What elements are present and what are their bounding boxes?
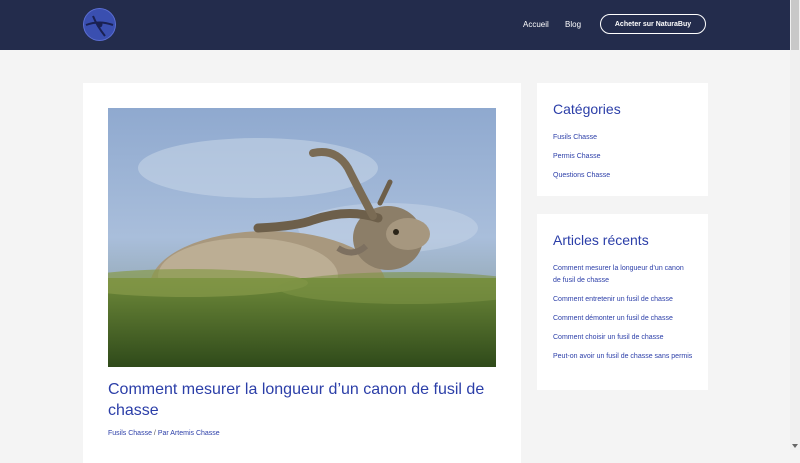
categories-list: Fusils Chasse Permis Chasse Questions Ch… — [553, 132, 693, 189]
buy-naturabuy-button[interactable]: Acheter sur NaturaBuy — [600, 14, 706, 34]
scroll-down-arrow[interactable] — [792, 444, 798, 448]
recent-post-item[interactable]: Comment mesurer la longueur d’un canon d… — [553, 263, 693, 287]
nav-blog-link[interactable]: Blog — [565, 20, 581, 29]
post-author-link[interactable]: Artemis Chasse — [170, 430, 219, 437]
recent-post-item[interactable]: Comment choisir un fusil de chasse — [553, 332, 693, 344]
recent-post-item[interactable]: Comment entretenir un fusil de chasse — [553, 294, 693, 306]
post-card: Comment mesurer la longueur d’un canon d… — [83, 83, 521, 463]
category-item[interactable]: Questions Chasse — [553, 170, 693, 182]
category-item[interactable]: Fusils Chasse — [553, 132, 693, 144]
nav-home-link[interactable]: Accueil — [523, 20, 549, 29]
recent-post-item[interactable]: Peut-on avoir un fusil de chasse sans pe… — [553, 351, 693, 363]
recent-post-item[interactable]: Comment démonter un fusil de chasse — [553, 313, 693, 325]
post-by-label: Par — [157, 430, 169, 437]
recent-posts-list: Comment mesurer la longueur d’un canon d… — [553, 263, 693, 370]
post-category-link[interactable]: Fusils Chasse — [108, 430, 152, 437]
site-header: Accueil Blog Acheter sur NaturaBuy — [0, 0, 790, 50]
post-title[interactable]: Comment mesurer la longueur d’un canon d… — [108, 379, 488, 421]
vertical-scrollbar[interactable] — [790, 0, 800, 450]
site-logo[interactable] — [83, 8, 116, 41]
recent-posts-title: Articles récents — [553, 232, 649, 248]
recent-posts-widget: Articles récents Comment mesurer la long… — [537, 214, 708, 390]
categories-title: Catégories — [553, 101, 621, 117]
category-item[interactable]: Permis Chasse — [553, 151, 693, 163]
featured-image-ibex[interactable] — [108, 108, 496, 367]
post-meta: Fusils Chasse / Par Artemis Chasse — [108, 430, 220, 437]
categories-widget: Catégories Fusils Chasse Permis Chasse Q… — [537, 83, 708, 196]
scroll-thumb[interactable] — [791, 0, 799, 50]
